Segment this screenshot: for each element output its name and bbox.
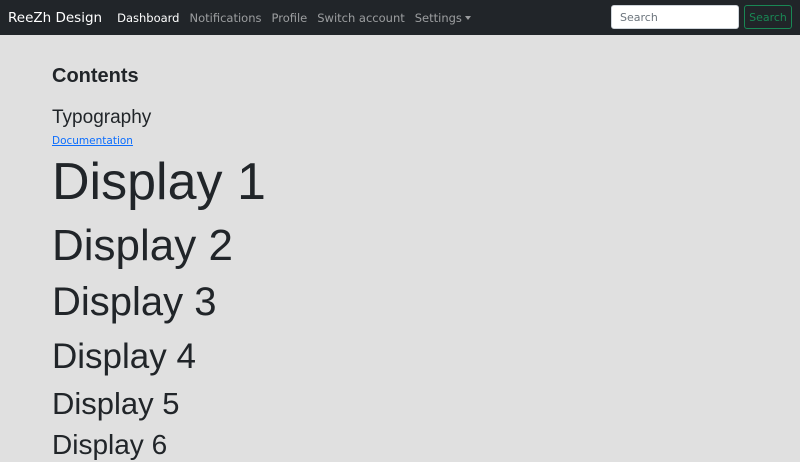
display-2-heading: Display 2 <box>52 221 233 270</box>
page-title: Contents <box>52 65 139 87</box>
nav-settings-label: Settings <box>414 10 462 25</box>
nav-switch-account[interactable]: Switch account <box>317 11 405 25</box>
display-3-heading: Display 3 <box>52 280 217 324</box>
main-content: Contents Typography Documentation Displa… <box>52 64 266 462</box>
nav-settings-dropdown[interactable]: Settings <box>415 11 471 25</box>
search-button[interactable]: Search <box>744 5 792 29</box>
search-form: Search <box>611 5 792 29</box>
nav-profile[interactable]: Profile <box>271 11 307 25</box>
caret-down-icon <box>464 16 471 20</box>
nav-dashboard[interactable]: Dashboard <box>117 11 179 25</box>
documentation-link[interactable]: Documentation <box>52 135 133 147</box>
search-input[interactable] <box>611 5 739 29</box>
brand-link[interactable]: ReeZh Design <box>8 10 102 26</box>
display-5-heading: Display 5 <box>52 386 180 421</box>
nav-links: Dashboard Notifications Profile Switch a… <box>117 11 481 25</box>
display-4-heading: Display 4 <box>52 337 196 376</box>
display-1-heading: Display 1 <box>52 153 266 211</box>
section-title-typography: Typography <box>52 107 152 128</box>
display-6-heading: Display 6 <box>52 429 168 460</box>
top-navbar: ReeZh Design Dashboard Notifications Pro… <box>0 0 800 35</box>
nav-notifications[interactable]: Notifications <box>190 11 262 25</box>
